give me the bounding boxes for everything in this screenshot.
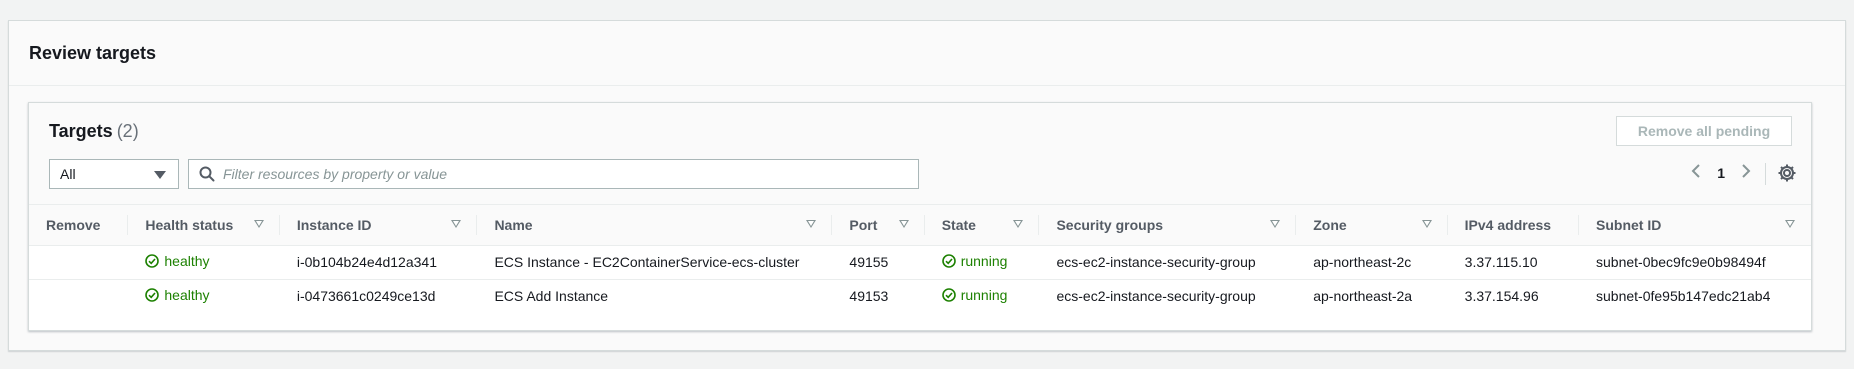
health-status-text: healthy: [164, 287, 210, 304]
check-circle-icon: [941, 288, 956, 303]
targets-title-label: Targets: [49, 121, 113, 141]
cell-security-groups: ecs-ec2-instance-security-group: [1056, 254, 1256, 270]
check-circle-icon: [145, 288, 160, 303]
column-header-health-status[interactable]: Health status: [128, 205, 280, 246]
check-circle-icon: [145, 254, 160, 268]
cell-ipv4-address: 3.37.154.96: [1464, 288, 1539, 305]
remove-all-pending-button[interactable]: Remove all pending: [1616, 116, 1792, 146]
column-header-instance-id[interactable]: Instance ID: [279, 205, 478, 246]
pagination-divider: [1765, 163, 1766, 185]
targets-table-header: Targets(2) Remove all pending All 1: [29, 103, 1811, 205]
column-header-zone[interactable]: Zone: [1296, 205, 1448, 246]
search-icon: [199, 166, 215, 182]
column-header-ipv4-address: IPv4 address: [1447, 205, 1579, 246]
column-header-subnet-id[interactable]: Subnet ID: [1579, 205, 1811, 246]
review-targets-header: Review targets: [9, 21, 1845, 86]
gear-icon[interactable]: [1777, 163, 1797, 183]
targets-count: (2): [116, 121, 139, 141]
column-header-name[interactable]: Name: [477, 205, 833, 246]
panel-title: Review targets: [29, 42, 157, 63]
filter-select-value: All: [60, 166, 76, 182]
health-status-text: healthy: [164, 253, 210, 269]
search-input[interactable]: [223, 166, 903, 182]
targets-title: Targets (2): [49, 121, 139, 142]
sort-caret-icon: [1421, 220, 1432, 228]
cell-port: 49155: [849, 254, 889, 270]
review-targets-panel: Review targets Targets (2) Remove all pen…: [8, 20, 1846, 351]
cell-subnet-id: subnet-0bec9fc9e0b98494f: [1596, 254, 1766, 270]
cell-port: 49153: [849, 288, 889, 305]
cell-health-status: healthy: [128, 279, 279, 313]
cell-health-status: healthy: [128, 245, 279, 279]
sort-caret-icon: [1785, 220, 1795, 228]
table-row: healthy i-0b104b24e4d12a341 ECS Instance…: [29, 245, 1811, 279]
sort-caret-icon: [1013, 220, 1024, 228]
targets-table: Remove Health status Instance ID Name Po…: [29, 205, 1811, 313]
cell-security-groups: ecs-ec2-instance-security-group: [1056, 288, 1256, 305]
cell-remove: [29, 245, 128, 279]
sort-caret-icon: [253, 220, 264, 228]
page-number[interactable]: 1: [1717, 165, 1725, 181]
cell-state: running: [925, 245, 1040, 279]
column-header-state[interactable]: State: [924, 205, 1040, 246]
cell-instance-id: i-0473661c0249ce13d: [296, 288, 436, 305]
chevron-left-icon[interactable]: [1691, 163, 1701, 183]
cell-zone: ap-northeast-2a: [1313, 288, 1413, 305]
check-circle-icon: [941, 254, 956, 268]
pagination: 1: [1691, 163, 1751, 183]
column-header-port[interactable]: Port: [832, 205, 925, 246]
cell-name: ECS Add Instance: [494, 288, 609, 305]
state-text: running: [960, 287, 1008, 304]
sort-caret-icon: [1270, 220, 1281, 228]
cell-zone: ap-northeast-2c: [1313, 254, 1412, 270]
sort-caret-icon: [898, 220, 909, 228]
cell-ipv4-address: 3.37.115.10: [1464, 254, 1538, 270]
sort-caret-icon: [451, 220, 462, 228]
sort-caret-icon: [806, 220, 817, 228]
filter-select[interactable]: All: [49, 159, 179, 189]
cell-instance-id: i-0b104b24e4d12a341: [296, 254, 437, 270]
cell-remove: [29, 279, 128, 313]
column-header-remove: Remove: [29, 205, 129, 246]
targets-table-container: Targets(2) Remove all pending All 1: [28, 102, 1812, 331]
table-header-row: Remove Health status Instance ID Name Po…: [29, 205, 1811, 246]
search-box[interactable]: [188, 159, 919, 189]
cell-state: running: [925, 279, 1040, 313]
cell-subnet-id: subnet-0fe95b147edc21ab4: [1596, 288, 1771, 305]
caret-down-icon: [154, 171, 166, 179]
cell-name: ECS Instance - EC2ContainerService-ecs-c…: [494, 254, 800, 270]
state-text: running: [960, 253, 1008, 269]
column-header-security-groups[interactable]: Security groups: [1039, 205, 1297, 246]
table-row: healthy i-0473661c0249ce13d ECS Add Inst…: [29, 279, 1811, 313]
chevron-right-icon[interactable]: [1741, 163, 1751, 183]
